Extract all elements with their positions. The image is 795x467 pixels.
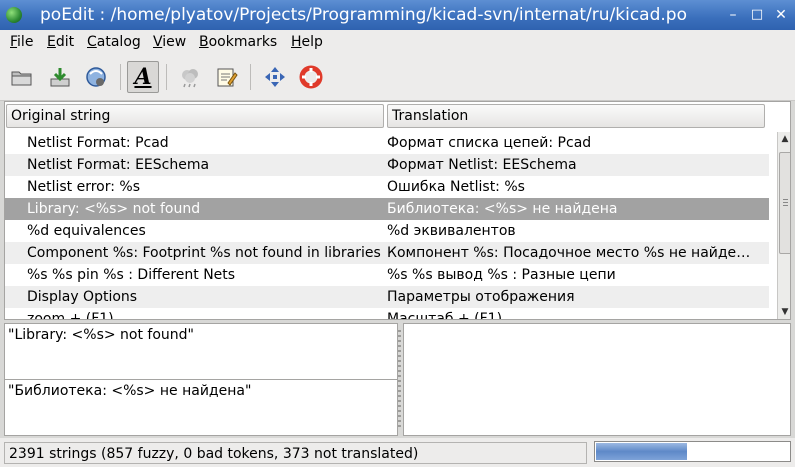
table-row[interactable]: Display Options Параметры отображения <box>5 286 769 308</box>
help-button[interactable] <box>295 61 327 93</box>
toolbar-separator <box>250 64 251 90</box>
toolbar-separator <box>120 64 121 90</box>
save-icon <box>50 68 70 87</box>
table-row[interactable]: Netlist Format: Pcad Формат списка цепей:… <box>5 132 769 154</box>
menu-catalog[interactable]: Catalog <box>87 34 141 50</box>
window-title: poEdit : /home/plyatov/Projects/Programm… <box>40 5 687 25</box>
table-row[interactable]: Netlist error: %s Ошибка Netlist: %s <box>5 176 769 198</box>
table-row[interactable]: Component %s: Footprint %s not found in … <box>5 242 769 264</box>
fuzzy-toggle-icon: A <box>134 64 152 90</box>
help-lifebuoy-icon <box>299 65 323 89</box>
table-row[interactable]: Netlist Format: EESchema Формат Netlist: … <box>5 154 769 176</box>
toolbar: A <box>0 54 795 101</box>
table-row-selected[interactable]: Library: <%s> not found Библиотека: <%s> … <box>5 198 769 220</box>
menu-bookmarks[interactable]: Bookmarks <box>199 34 277 50</box>
scrollbar-thumb[interactable] <box>779 152 790 254</box>
minimize-button[interactable]: – <box>724 6 742 24</box>
save-button[interactable] <box>44 61 76 93</box>
translation-progress-bar <box>594 441 791 462</box>
table-row[interactable]: %d equivalences %d эквивалентов <box>5 220 769 242</box>
source-text-pane: "Library: <%s> not found" <box>4 323 398 380</box>
title-bar[interactable]: poEdit : /home/plyatov/Projects/Programm… <box>0 0 795 30</box>
fuzzy-toggle-button[interactable]: A <box>127 61 159 93</box>
comment-button[interactable] <box>210 61 242 93</box>
open-folder-icon <box>11 71 32 86</box>
maximize-button[interactable]: □ <box>748 6 766 24</box>
translation-input[interactable]: "Библиотека: <%s> не найдена" <box>8 383 251 399</box>
progress-fill <box>596 443 687 460</box>
update-catalog-button[interactable] <box>80 61 112 93</box>
column-header-translation[interactable]: Translation <box>387 104 765 128</box>
menu-file[interactable]: File <box>10 34 33 50</box>
table-row[interactable]: %s %s pin %s : Different Nets %s %s вывод… <box>5 264 769 286</box>
menu-bar: File Edit Catalog View Bookmarks Help <box>0 30 795 54</box>
close-button[interactable]: ✕ <box>772 6 790 24</box>
validate-button[interactable] <box>174 61 206 93</box>
translation-text-pane[interactable]: "Библиотека: <%s> не найдена" <box>4 379 398 436</box>
table-row[interactable]: zoom + (F1) Масштаб + (F1) <box>5 308 769 319</box>
status-text: 2391 strings (857 fuzzy, 0 bad tokens, 3… <box>4 442 587 464</box>
update-catalog-icon <box>86 67 106 87</box>
string-list[interactable]: Original string Translation Netlist Form… <box>4 101 791 320</box>
source-text: "Library: <%s> not found" <box>8 327 194 343</box>
pane-splitter[interactable] <box>398 330 401 430</box>
column-header-original[interactable]: Original string <box>6 104 384 128</box>
app-globe-icon <box>6 7 22 23</box>
open-button[interactable] <box>6 61 38 93</box>
scroll-down-icon[interactable]: ▼ <box>778 305 790 319</box>
validate-icon <box>182 69 198 88</box>
comment-pane[interactable] <box>403 323 791 436</box>
menu-edit[interactable]: Edit <box>47 34 74 50</box>
menu-help[interactable]: Help <box>291 34 323 50</box>
toolbar-separator <box>166 64 167 90</box>
vertical-scrollbar[interactable]: ▲ ▼ <box>777 132 790 319</box>
scroll-up-icon[interactable]: ▲ <box>778 132 790 146</box>
fit-view-button[interactable] <box>259 61 291 93</box>
fit-view-icon <box>265 67 285 87</box>
string-rows: Netlist Format: Pcad Формат списка цепей:… <box>5 132 769 319</box>
menu-view[interactable]: View <box>153 34 186 50</box>
comment-icon <box>217 68 238 87</box>
